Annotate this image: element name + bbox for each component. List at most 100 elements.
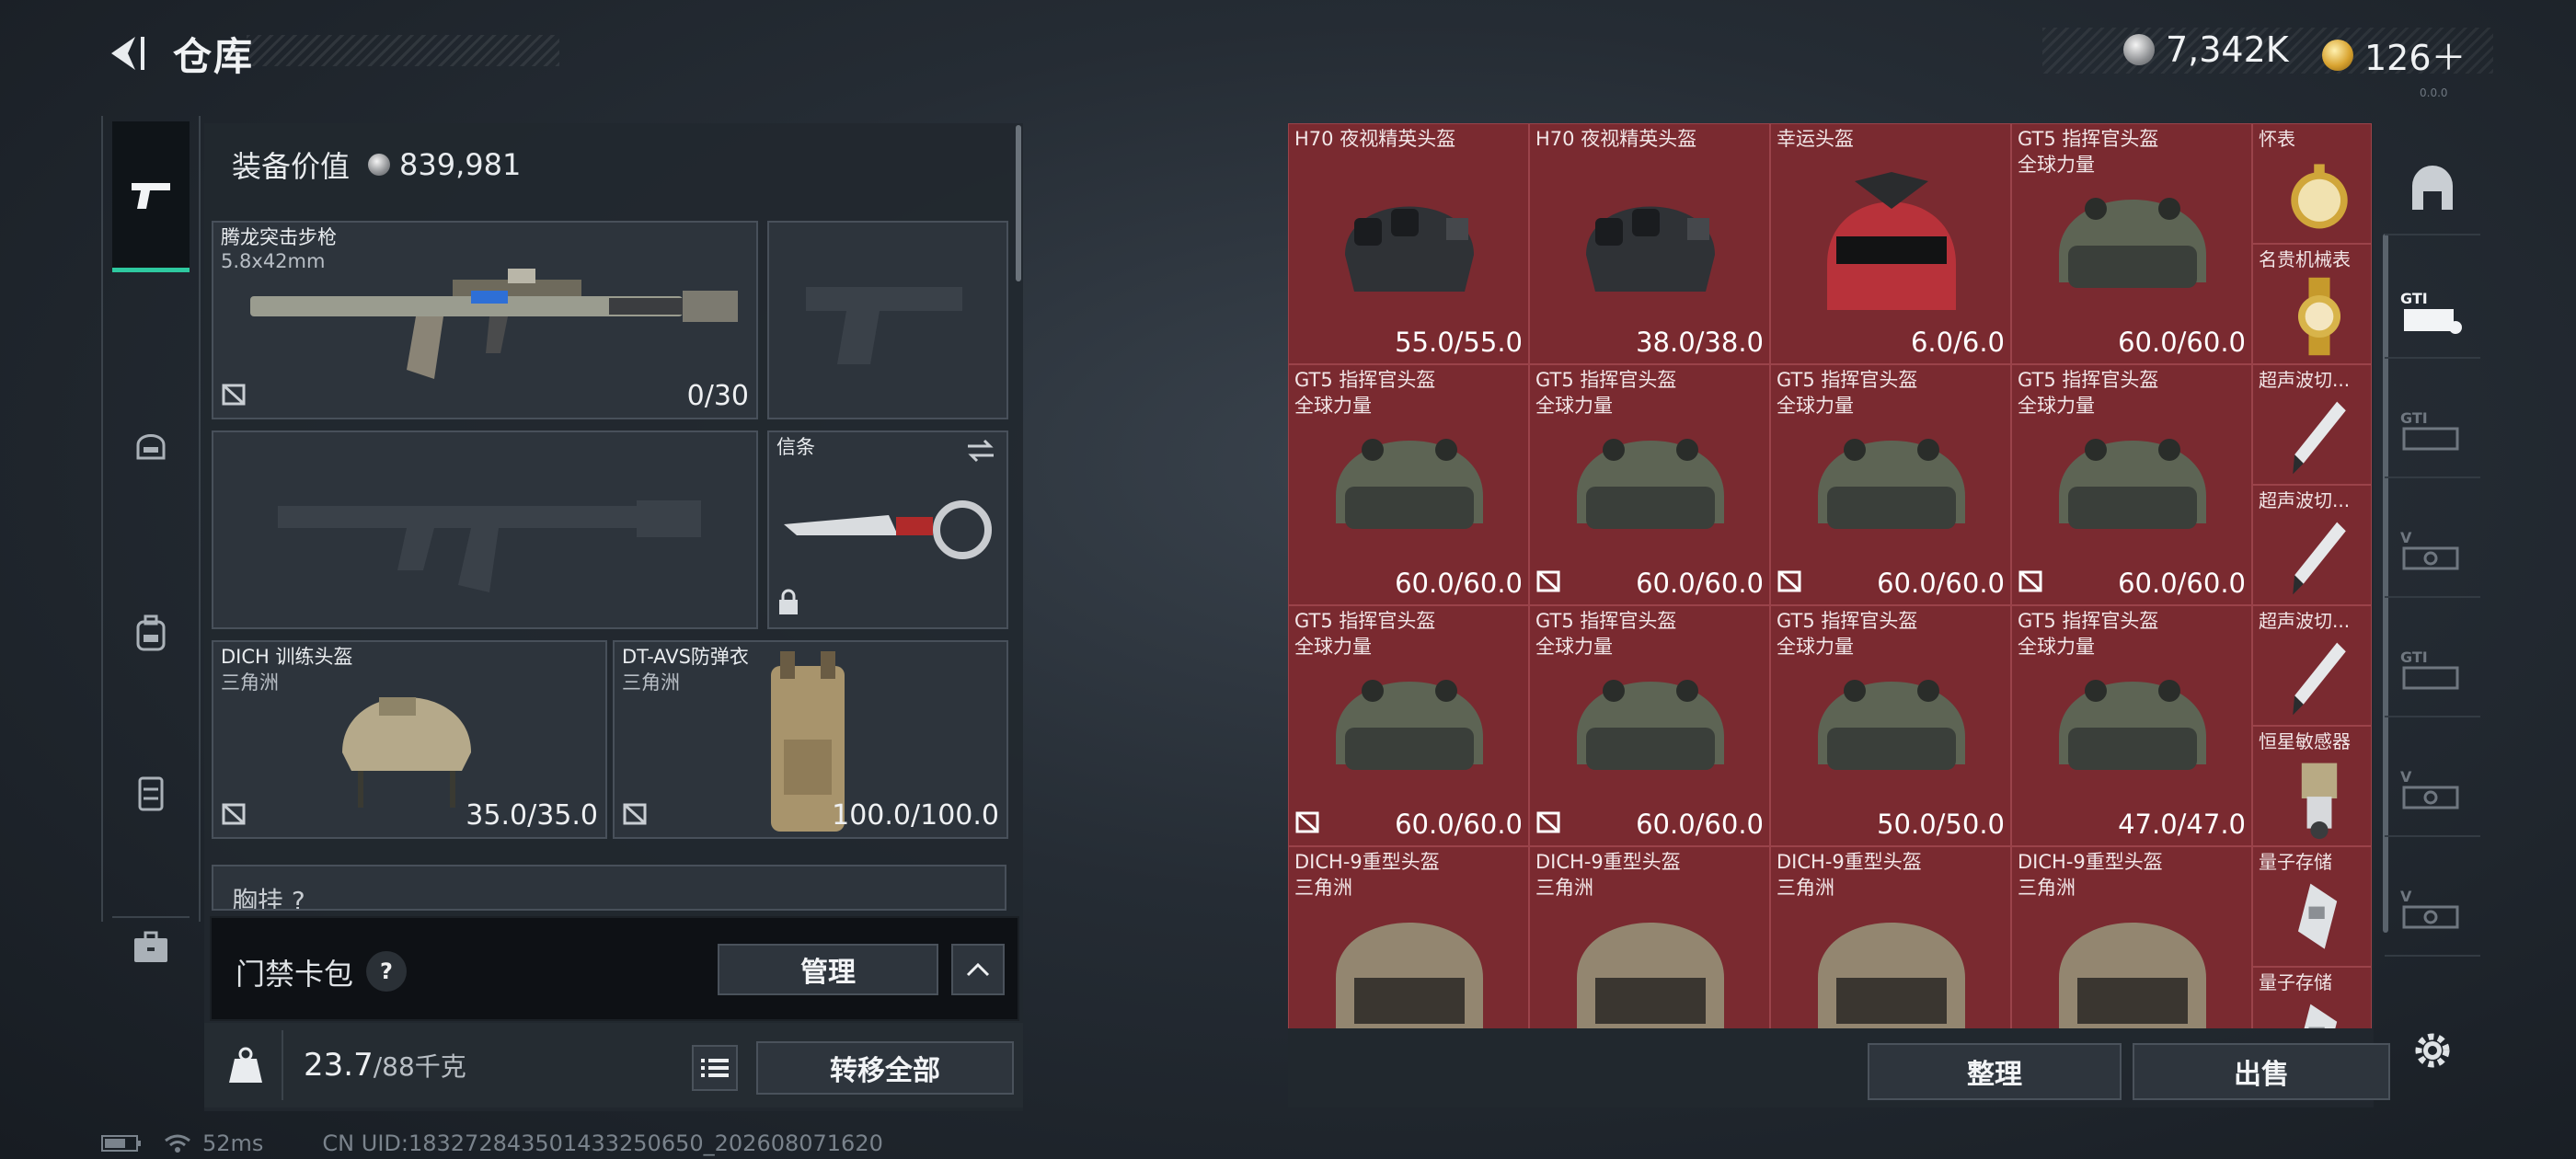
sell-button[interactable]: 出售 (2133, 1043, 2390, 1100)
item-durability: 50.0/50.0 (1877, 809, 2005, 840)
warehouse-item[interactable]: GT5 指挥官头盔 全球力量 60.0/60.0 (1288, 364, 1529, 605)
rail-divider (112, 916, 190, 918)
transfer-all-button[interactable]: 转移全部 (756, 1041, 1014, 1095)
rail-item-weapons[interactable] (112, 121, 190, 272)
swap-icon[interactable] (964, 438, 997, 464)
ping-text: 52ms (202, 1130, 264, 1156)
rail-item-helmet[interactable] (112, 397, 190, 489)
equipment-scrollbar[interactable] (1016, 125, 1021, 281)
collapse-button[interactable] (951, 944, 1005, 995)
tab-storage-6[interactable]: V (2385, 865, 2480, 957)
back-button[interactable] (99, 28, 155, 79)
item-name: H70 夜视精英头盔 (1535, 128, 1697, 150)
warehouse-grid: H70 夜视精英头盔 55.0/55.0 H70 夜视精英头盔 38.0/38.0 幸运… (1288, 123, 2374, 1028)
item-faction: 全球力量 (1535, 636, 1613, 658)
gold-amount: 126＋ (2364, 38, 2467, 78)
warehouse-small-item[interactable]: 名贵机械表 (2252, 244, 2372, 364)
help-button[interactable]: ? (366, 951, 407, 992)
primary-weapon-slot[interactable]: 腾龙突击步枪 5.8x42mm 0/30 (212, 221, 758, 419)
warehouse-item[interactable]: H70 夜视精英头盔 55.0/55.0 (1288, 123, 1529, 364)
red-helmet-icon (1827, 172, 1956, 310)
star-sensor-icon (2301, 763, 2338, 840)
quantum-storage-icon (2297, 883, 2338, 949)
warehouse-small-item[interactable]: 超声波切... (2252, 605, 2372, 726)
warehouse-item[interactable]: GT5 指挥官头盔 全球力量 60.0/60.0 (1288, 605, 1529, 846)
gold-currency[interactable]: 126＋ (2322, 29, 2467, 80)
svg-text:V: V (2400, 888, 2412, 905)
rail-item-vest[interactable] (112, 747, 190, 839)
sort-button[interactable]: 整理 (1868, 1043, 2122, 1100)
warehouse-item[interactable]: GT5 指挥官头盔 全球力量 60.0/60.0 (2011, 123, 2252, 364)
warehouse-item[interactable]: GT5 指挥官头盔 全球力量 60.0/60.0 (1770, 364, 2011, 605)
gt5-helmet-icon (2059, 198, 2206, 288)
melee-slot[interactable]: 信条 (767, 430, 1008, 629)
tab-storage-4[interactable]: GTI (2385, 625, 2480, 717)
pistol-silhouette-icon (806, 287, 962, 364)
rail-item-backpack[interactable] (112, 587, 190, 679)
svg-text:GTI: GTI (2400, 290, 2428, 307)
pistol-icon (132, 182, 170, 209)
gt5-helmet-icon (1336, 680, 1483, 770)
warehouse-small-item[interactable]: 量子存储 (2252, 967, 2372, 1028)
weight-icon (229, 1047, 262, 1083)
no-insure-icon (2018, 569, 2043, 597)
warehouse-item[interactable]: GT5 指挥官头盔 全球力量 50.0/50.0 (1770, 605, 2011, 846)
helmet-slot[interactable]: DICH 训练头盔 三角洲 35.0/35.0 (212, 640, 607, 839)
svg-text:V: V (2400, 529, 2412, 546)
warehouse-item[interactable]: DICH-9重型头盔 三角洲 (1770, 846, 2011, 1028)
tab-storage-2[interactable]: GTI (2385, 386, 2480, 478)
gt5-helmet-icon (1577, 439, 1724, 529)
gt5-helmet-icon (1818, 680, 1965, 770)
storage-tab-rail: GTI GTI V GTI V V (2385, 138, 2486, 1039)
gear-icon (2415, 1033, 2450, 1068)
storage-box-icon: GTI (2400, 648, 2459, 690)
warehouse-small-item[interactable]: 恒星敏感器 (2252, 726, 2372, 846)
slot-durability: 35.0/35.0 (466, 799, 598, 832)
status-row: 52ms CN UID:183272843501433250650_202608… (101, 1130, 883, 1157)
warehouse-small-item[interactable]: 怀表 (2252, 123, 2372, 244)
warehouse-item[interactable]: 幸运头盔 6.0/6.0 (1770, 123, 2011, 364)
item-name: DICH-9重型头盔 (1535, 851, 1681, 873)
slot-durability: 100.0/100.0 (832, 799, 999, 832)
settings-button[interactable] (2403, 1021, 2462, 1080)
item-durability: 60.0/60.0 (1636, 809, 1764, 840)
armor-slot[interactable]: DT-AVS防弹衣 三角洲 100.0/100.0 (613, 640, 1008, 839)
manage-button[interactable]: 管理 (718, 944, 938, 995)
chest-rig-slot[interactable]: 胸挂 ? (212, 865, 1006, 911)
secondary-weapon-slot[interactable] (212, 430, 758, 629)
tab-warehouse-main[interactable] (2385, 143, 2480, 235)
warehouse-item[interactable]: GT5 指挥官头盔 全球力量 60.0/60.0 (1529, 605, 1770, 846)
svg-text:GTI: GTI (2400, 648, 2428, 666)
warehouse-small-item[interactable]: 超声波切... (2252, 364, 2372, 485)
gt5-helmet-icon (2059, 680, 2206, 770)
item-durability: 60.0/60.0 (2118, 327, 2246, 358)
list-view-button[interactable] (692, 1045, 738, 1091)
warehouse-item[interactable]: DICH-9重型头盔 三角洲 (1288, 846, 1529, 1028)
tab-storage-1[interactable]: GTI (2385, 267, 2480, 359)
rail-item-case[interactable] (112, 901, 190, 993)
backpack-icon (136, 614, 166, 651)
warehouse-item[interactable]: DICH-9重型头盔 三角洲 (2011, 846, 2252, 1028)
item-name: 幸运头盔 (1777, 128, 1854, 150)
title-decoration (247, 35, 559, 66)
warehouse-small-item[interactable]: 量子存储 (2252, 846, 2372, 967)
no-insure-icon (622, 802, 648, 830)
warehouse-item[interactable]: GT5 指挥官头盔 全球力量 60.0/60.0 (2011, 364, 2252, 605)
item-name: 超声波切... (2259, 489, 2351, 511)
item-faction: 三角洲 (1535, 877, 1593, 899)
pocket-watch-icon (2291, 164, 2348, 229)
weight-max: /88千克 (373, 1051, 466, 1082)
warehouse-item[interactable]: GT5 指挥官头盔 全球力量 60.0/60.0 (1529, 364, 1770, 605)
wifi-icon (165, 1134, 190, 1153)
warehouse-item[interactable]: H70 夜视精英头盔 38.0/38.0 (1529, 123, 1770, 364)
tab-storage-3[interactable]: V (2385, 506, 2480, 598)
item-name: GT5 指挥官头盔 (2018, 610, 2159, 632)
pistol-slot[interactable] (767, 221, 1008, 419)
no-insure-icon (1535, 569, 1561, 597)
warehouse-small-item[interactable]: 超声波切... (2252, 485, 2372, 605)
tab-storage-5[interactable]: V (2385, 745, 2480, 837)
warehouse-item[interactable]: GT5 指挥官头盔 全球力量 47.0/47.0 (2011, 605, 2252, 846)
warehouse-item[interactable]: DICH-9重型头盔 三角洲 (1529, 846, 1770, 1028)
chest-rig-label: 胸挂 ? (232, 886, 305, 911)
silver-currency: 7,342K (2123, 29, 2289, 70)
